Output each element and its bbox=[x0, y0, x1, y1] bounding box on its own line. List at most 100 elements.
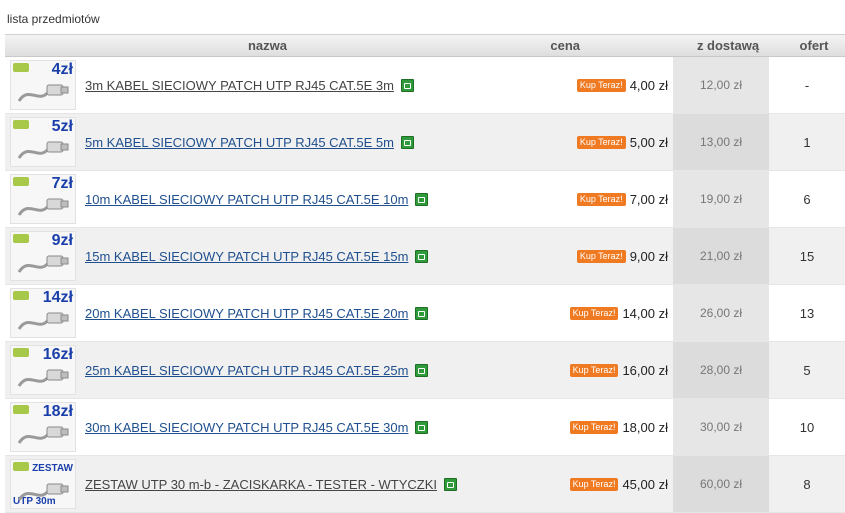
item-price: 4,00 zł bbox=[629, 77, 668, 93]
item-listing-table: nazwa cena z dostawą ofert 4zł 3m KABEL … bbox=[5, 34, 845, 513]
price-cell: Kup Teraz! 7,00 zł bbox=[530, 171, 673, 227]
item-title-link[interactable]: 3m KABEL SIECIOWY PATCH UTP RJ45 CAT.5E … bbox=[85, 78, 394, 93]
buy-now-badge[interactable]: Kup Teraz! bbox=[576, 192, 626, 206]
shop-tag-icon bbox=[13, 120, 29, 129]
shop-tag-icon bbox=[13, 234, 29, 243]
column-header-name[interactable]: nazwa bbox=[5, 35, 365, 56]
delivery-price: 26,00 zł bbox=[673, 285, 769, 341]
offer-count: - bbox=[804, 77, 810, 93]
thumbnail-cell: 7zł bbox=[5, 171, 85, 227]
item-price: 9,00 zł bbox=[629, 248, 668, 264]
product-thumbnail[interactable]: ZESTAW UTP 30m bbox=[10, 459, 76, 509]
shop-tag-icon bbox=[13, 348, 29, 357]
thumbnail-cell: 9zł bbox=[5, 228, 85, 284]
delivery-price: 13,00 zł bbox=[673, 114, 769, 170]
item-price: 14,00 zł bbox=[622, 305, 668, 321]
table-row[interactable]: 16zł 25m KABEL SIECIOWY PATCH UTP RJ45 C… bbox=[5, 342, 845, 399]
table-row[interactable]: 5zł 5m KABEL SIECIOWY PATCH UTP RJ45 CAT… bbox=[5, 114, 845, 171]
table-row[interactable]: 14zł 20m KABEL SIECIOWY PATCH UTP RJ45 C… bbox=[5, 285, 845, 342]
column-header-price[interactable]: cena bbox=[550, 38, 580, 53]
cable-icon bbox=[17, 483, 69, 501]
name-cell: 30m KABEL SIECIOWY PATCH UTP RJ45 CAT.5E… bbox=[85, 399, 530, 455]
offer-count: 1 bbox=[803, 134, 811, 150]
name-cell: 10m KABEL SIECIOWY PATCH UTP RJ45 CAT.5E… bbox=[85, 171, 530, 227]
price-cell: Kup Teraz! 5,00 zł bbox=[530, 114, 673, 170]
product-thumbnail[interactable]: 9zł bbox=[10, 231, 76, 281]
buy-now-badge[interactable]: Kup Teraz! bbox=[569, 363, 619, 377]
photo-icon bbox=[415, 363, 429, 377]
product-thumbnail[interactable]: 14zł bbox=[10, 288, 76, 338]
offer-count: 15 bbox=[799, 248, 815, 264]
buy-now-badge[interactable]: Kup Teraz! bbox=[576, 78, 626, 92]
cable-icon bbox=[17, 312, 69, 330]
item-title-link[interactable]: 30m KABEL SIECIOWY PATCH UTP RJ45 CAT.5E… bbox=[85, 420, 408, 435]
cable-icon bbox=[17, 84, 69, 102]
buy-now-badge[interactable]: Kup Teraz! bbox=[569, 420, 619, 434]
name-cell: 25m KABEL SIECIOWY PATCH UTP RJ45 CAT.5E… bbox=[85, 342, 530, 398]
price-cell: Kup Teraz! 9,00 zł bbox=[530, 228, 673, 284]
thumbnail-cell: 5zł bbox=[5, 114, 85, 170]
table-row[interactable]: 9zł 15m KABEL SIECIOWY PATCH UTP RJ45 CA… bbox=[5, 228, 845, 285]
cable-icon bbox=[17, 255, 69, 273]
delivery-price: 21,00 zł bbox=[673, 228, 769, 284]
table-body: 4zł 3m KABEL SIECIOWY PATCH UTP RJ45 CAT… bbox=[5, 57, 845, 513]
thumbnail-price-badge: 16zł bbox=[42, 346, 73, 363]
table-header: nazwa cena z dostawą ofert bbox=[5, 35, 845, 57]
item-title-link[interactable]: 25m KABEL SIECIOWY PATCH UTP RJ45 CAT.5E… bbox=[85, 363, 408, 378]
cable-icon bbox=[17, 369, 69, 387]
offer-count: 10 bbox=[799, 419, 815, 435]
offer-count: 5 bbox=[803, 362, 811, 378]
name-cell: 20m KABEL SIECIOWY PATCH UTP RJ45 CAT.5E… bbox=[85, 285, 530, 341]
item-price: 5,00 zł bbox=[629, 134, 668, 150]
thumbnail-price-badge: ZESTAW bbox=[32, 463, 73, 474]
offer-count: 8 bbox=[803, 476, 811, 492]
delivery-price: 12,00 zł bbox=[673, 57, 769, 113]
price-cell: Kup Teraz! 14,00 zł bbox=[530, 285, 673, 341]
thumbnail-price-badge: 18zł bbox=[42, 403, 73, 420]
shop-tag-icon bbox=[13, 462, 29, 471]
column-header-offers[interactable]: ofert bbox=[776, 35, 845, 56]
list-caption: lista przedmiotów bbox=[7, 12, 100, 26]
photo-icon bbox=[444, 477, 458, 491]
product-thumbnail[interactable]: 7zł bbox=[10, 174, 76, 224]
buy-now-badge[interactable]: Kup Teraz! bbox=[569, 306, 619, 320]
shop-tag-icon bbox=[13, 177, 29, 186]
item-title-link[interactable]: ZESTAW UTP 30 m-b - ZACISKARKA - TESTER … bbox=[85, 477, 437, 492]
item-price: 18,00 zł bbox=[622, 419, 668, 435]
thumbnail-price-badge: 9zł bbox=[51, 232, 73, 249]
cable-icon bbox=[17, 141, 69, 159]
price-cell: Kup Teraz! 45,00 zł bbox=[530, 456, 673, 512]
table-row[interactable]: ZESTAW UTP 30m ZESTAW UTP 30 m-b - ZACIS… bbox=[5, 456, 845, 513]
photo-icon bbox=[415, 420, 429, 434]
thumbnail-cell: 18zł bbox=[5, 399, 85, 455]
product-thumbnail[interactable]: 16zł bbox=[10, 345, 76, 395]
table-row[interactable]: 7zł 10m KABEL SIECIOWY PATCH UTP RJ45 CA… bbox=[5, 171, 845, 228]
name-cell: 5m KABEL SIECIOWY PATCH UTP RJ45 CAT.5E … bbox=[85, 114, 530, 170]
photo-icon bbox=[415, 249, 429, 263]
table-row[interactable]: 4zł 3m KABEL SIECIOWY PATCH UTP RJ45 CAT… bbox=[5, 57, 845, 114]
item-title-link[interactable]: 5m KABEL SIECIOWY PATCH UTP RJ45 CAT.5E … bbox=[85, 135, 394, 150]
offer-count: 6 bbox=[803, 191, 811, 207]
buy-now-badge[interactable]: Kup Teraz! bbox=[569, 477, 619, 491]
buy-now-badge[interactable]: Kup Teraz! bbox=[576, 249, 626, 263]
thumbnail-cell: 14zł bbox=[5, 285, 85, 341]
product-thumbnail[interactable]: 5zł bbox=[10, 117, 76, 167]
delivery-price: 19,00 zł bbox=[673, 171, 769, 227]
product-thumbnail[interactable]: 18zł bbox=[10, 402, 76, 452]
buy-now-badge[interactable]: Kup Teraz! bbox=[576, 135, 626, 149]
name-cell: 15m KABEL SIECIOWY PATCH UTP RJ45 CAT.5E… bbox=[85, 228, 530, 284]
column-header-delivery[interactable]: z dostawą bbox=[680, 35, 776, 56]
thumbnail-price-badge: 5zł bbox=[51, 118, 73, 135]
item-title-link[interactable]: 10m KABEL SIECIOWY PATCH UTP RJ45 CAT.5E… bbox=[85, 192, 408, 207]
offer-count: 13 bbox=[799, 305, 815, 321]
price-cell: Kup Teraz! 18,00 zł bbox=[530, 399, 673, 455]
photo-icon bbox=[400, 135, 414, 149]
product-thumbnail[interactable]: 4zł bbox=[10, 60, 76, 110]
item-title-link[interactable]: 15m KABEL SIECIOWY PATCH UTP RJ45 CAT.5E… bbox=[85, 249, 408, 264]
name-cell: 3m KABEL SIECIOWY PATCH UTP RJ45 CAT.5E … bbox=[85, 57, 530, 113]
cable-icon bbox=[17, 426, 69, 444]
cable-icon bbox=[17, 198, 69, 216]
table-row[interactable]: 18zł 30m KABEL SIECIOWY PATCH UTP RJ45 C… bbox=[5, 399, 845, 456]
item-title-link[interactable]: 20m KABEL SIECIOWY PATCH UTP RJ45 CAT.5E… bbox=[85, 306, 408, 321]
thumbnail-price-badge: 14zł bbox=[42, 289, 73, 306]
